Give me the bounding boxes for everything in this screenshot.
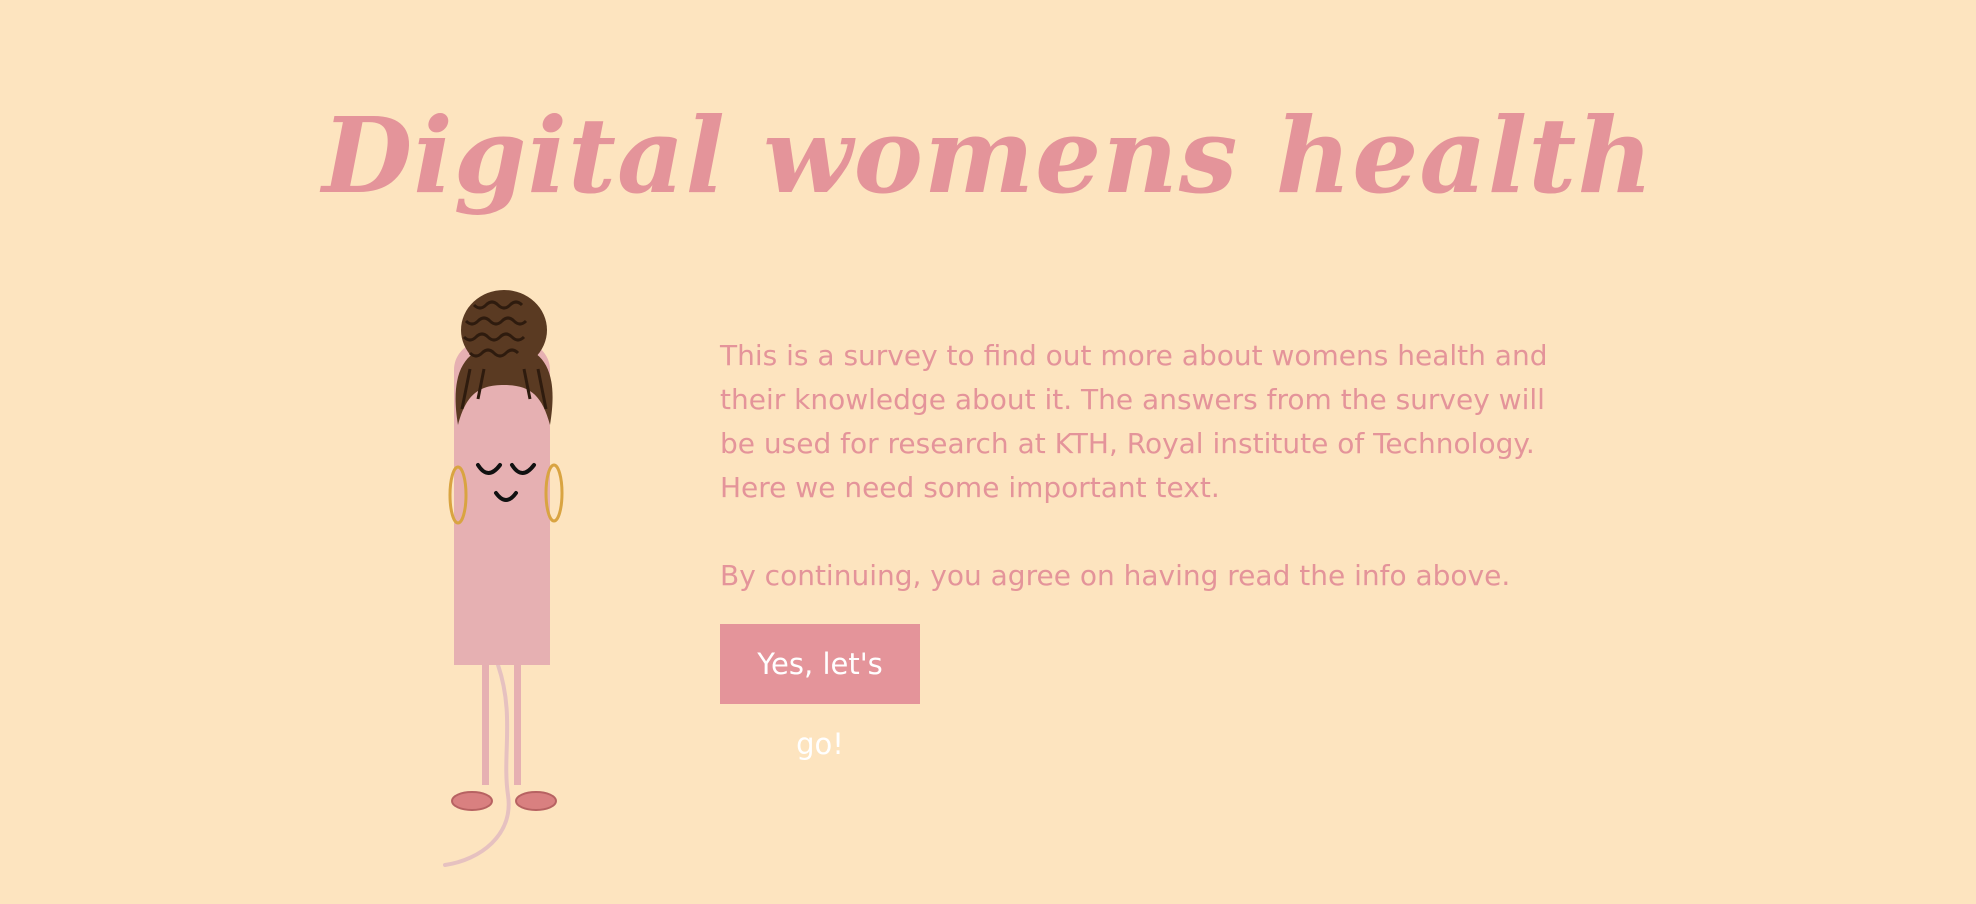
consent-paragraph: By continuing, you agree on having read … bbox=[720, 559, 1511, 592]
string-shape bbox=[443, 663, 511, 867]
start-survey-button[interactable]: Yes, let's go! bbox=[720, 624, 920, 761]
survey-intro-section: This is a survey to find out more about … bbox=[720, 334, 1570, 761]
left-shoe bbox=[451, 791, 493, 811]
right-leg bbox=[514, 665, 521, 785]
right-shoe bbox=[515, 791, 557, 811]
tampon-character-illustration bbox=[430, 285, 590, 875]
intro-paragraph: This is a survey to find out more about … bbox=[720, 339, 1548, 504]
page-title: Digital womens health bbox=[322, 94, 1654, 217]
left-leg bbox=[482, 665, 489, 785]
